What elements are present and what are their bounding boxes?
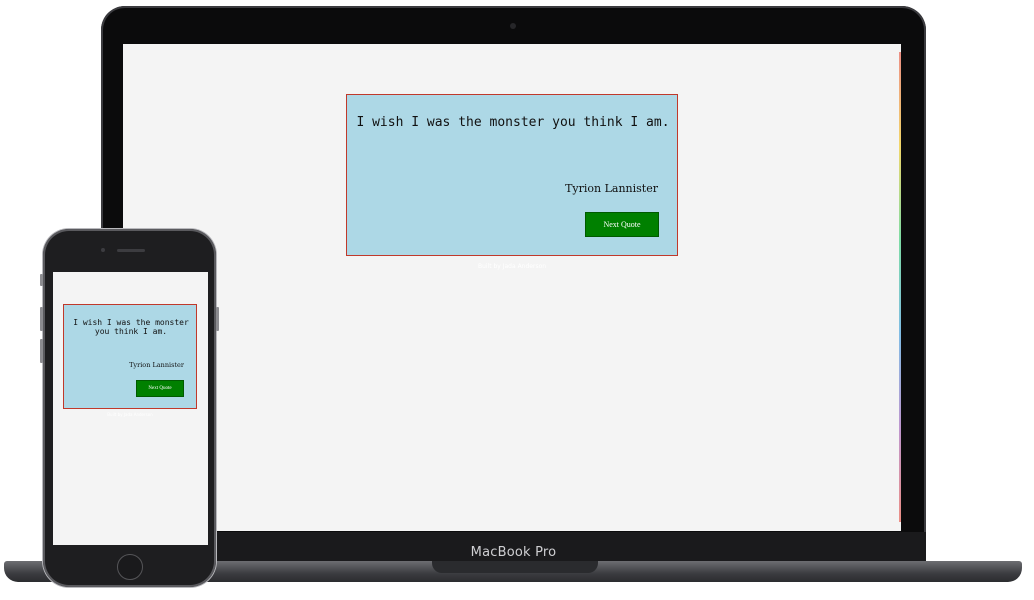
quote-text: I wish I was the monster you think I am. (73, 318, 189, 336)
footer-credit: Built by Jada Anderson (107, 412, 153, 417)
phone-mute-switch (40, 274, 43, 286)
phone-volume-up-button (40, 307, 43, 331)
screen-edge-reflection (899, 52, 901, 522)
phone-power-button (216, 307, 219, 331)
phone-home-button[interactable] (117, 554, 143, 580)
phone-device: I wish I was the monster you think I am.… (40, 229, 219, 587)
quote-box: I wish I was the monster you think I am.… (346, 94, 678, 256)
phone-camera-icon (101, 248, 105, 252)
phone-screen: I wish I was the monster you think I am.… (53, 272, 208, 545)
laptop-screen: I wish I was the monster you think I am.… (123, 44, 901, 531)
footer-credit: Built by Jada Anderson (477, 263, 547, 270)
quote-box: I wish I was the monster you think I am.… (63, 304, 197, 409)
laptop-brand-label: MacBook Pro (470, 545, 557, 560)
laptop-opening-notch (432, 561, 598, 573)
quote-author: Tyrion Lannister (129, 361, 184, 369)
phone-volume-down-button (40, 339, 43, 363)
laptop-camera-icon (510, 23, 516, 29)
quote-author: Tyrion Lannister (565, 182, 658, 195)
next-quote-button[interactable]: Next Quote (585, 212, 659, 237)
laptop-device: I wish I was the monster you think I am.… (101, 6, 926, 562)
quote-text: I wish I was the monster you think I am. (356, 115, 670, 130)
next-quote-button[interactable]: Next Quote (136, 380, 184, 397)
phone-earpiece (117, 249, 145, 252)
